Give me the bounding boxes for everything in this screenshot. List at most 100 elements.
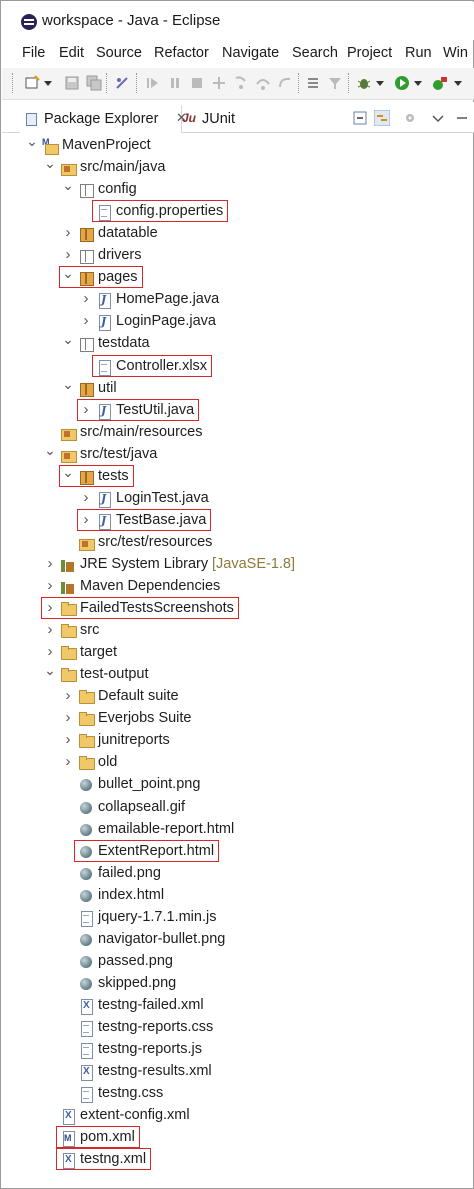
menu-refactor[interactable]: Refactor	[154, 45, 209, 61]
chevron-right-icon[interactable]: ›	[62, 247, 74, 262]
menu-project[interactable]: Project	[347, 45, 392, 61]
external-tools-dropdown-icon[interactable]	[454, 81, 462, 86]
tree-item[interactable]: src/test/resources	[2, 532, 474, 554]
external-tools-icon[interactable]	[432, 75, 448, 91]
chevron-right-icon[interactable]: ›	[44, 644, 56, 659]
tree-item[interactable]: ⌄ config	[2, 178, 474, 201]
tree-item[interactable]: › junitreports	[2, 730, 474, 752]
tree-item[interactable]: bullet_point.png	[2, 774, 474, 796]
tab-package-explorer[interactable]: Package Explorer ✕	[20, 105, 187, 133]
tree-item[interactable]: › LoginTest.java	[2, 488, 474, 510]
tree-item[interactable]: emailable-report.html	[2, 819, 474, 841]
chevron-right-icon[interactable]: ›	[80, 490, 92, 505]
step-into-icon[interactable]	[233, 75, 249, 91]
chevron-right-icon[interactable]: ›	[62, 732, 74, 747]
chevron-right-icon[interactable]: ›	[44, 578, 56, 593]
chevron-down-icon[interactable]: ⌄	[44, 663, 56, 677]
tree-item[interactable]: config.properties	[2, 200, 474, 223]
tree-item[interactable]: Controller.xlsx	[2, 354, 474, 378]
menu-search[interactable]: Search	[292, 45, 338, 61]
run-icon[interactable]	[394, 75, 410, 91]
chevron-down-icon[interactable]: ⌄	[44, 443, 56, 457]
tree-item[interactable]: index.html	[2, 885, 474, 907]
chevron-right-icon[interactable]: ›	[80, 291, 92, 306]
view-menu-gear-icon[interactable]	[402, 110, 418, 126]
chevron-right-icon[interactable]: ›	[62, 710, 74, 725]
chevron-down-icon[interactable]: ⌄	[26, 134, 38, 148]
tree-item[interactable]: testng-reports.js	[2, 1039, 474, 1061]
tree-item[interactable]: extent-config.xml	[2, 1105, 474, 1127]
tree-item[interactable]: testng-reports.css	[2, 1017, 474, 1039]
tree-item[interactable]: navigator-bullet.png	[2, 929, 474, 951]
tree-item[interactable]: ⌄ tests	[2, 464, 474, 488]
chevron-down-icon[interactable]: ⌄	[62, 332, 74, 346]
tree-item[interactable]: › FailedTestsScreenshots	[2, 597, 474, 620]
view-menu-icon[interactable]	[430, 110, 446, 126]
chevron-right-icon[interactable]: ›	[62, 225, 74, 240]
tree-item[interactable]: ⌄ test-output	[2, 663, 474, 686]
use-step-filters-icon[interactable]	[327, 75, 343, 91]
tree-item[interactable]: › src	[2, 620, 474, 642]
link-with-editor-icon[interactable]	[374, 110, 390, 126]
tree-item[interactable]: testng.css	[2, 1083, 474, 1105]
menu-edit[interactable]: Edit	[59, 45, 84, 61]
chevron-right-icon[interactable]: ›	[62, 688, 74, 703]
resume-icon[interactable]	[144, 75, 160, 91]
tree-item[interactable]: ›TestUtil.java	[2, 398, 474, 422]
tree-item[interactable]: ›TestBase.java	[2, 508, 474, 532]
tab-junit[interactable]: Ju JUnit	[182, 105, 252, 133]
tree-item[interactable]: › Maven Dependencies	[2, 576, 474, 598]
tree-item[interactable]: › Everjobs Suite	[2, 708, 474, 730]
chevron-right-icon[interactable]: ›	[80, 313, 92, 328]
tree-item[interactable]: testng.xml	[2, 1148, 474, 1171]
tree-item[interactable]: ⌄ util	[2, 377, 474, 400]
save-all-icon[interactable]	[86, 75, 102, 91]
tree-item[interactable]: src/main/resources	[2, 422, 474, 444]
tree-item[interactable]: failed.png	[2, 863, 474, 885]
tree-item[interactable]: › datatable	[2, 223, 474, 245]
menu-source[interactable]: Source	[96, 45, 142, 61]
tree-item[interactable]: ⌄ testdata	[2, 332, 474, 355]
tree-item[interactable]: testng-results.xml	[2, 1061, 474, 1083]
menu-file[interactable]: File	[22, 45, 45, 61]
tree-item[interactable]: jquery-1.7.1.min.js	[2, 907, 474, 929]
tree-item[interactable]: › target	[2, 642, 474, 664]
minimize-icon[interactable]	[454, 110, 470, 126]
chevron-down-icon[interactable]: ⌄	[44, 156, 56, 170]
chevron-right-icon[interactable]: ›	[44, 556, 56, 571]
tree-item[interactable]: ⌄ MavenProject	[2, 134, 474, 157]
menu-window[interactable]: Win	[443, 45, 468, 61]
tree-item[interactable]: › LoginPage.java	[2, 311, 474, 333]
new-icon[interactable]	[24, 75, 40, 91]
tree-item[interactable]: › HomePage.java	[2, 289, 474, 311]
tree-item[interactable]: › JRE System Library [JavaSE-1.8]	[2, 554, 474, 576]
chevron-right-icon[interactable]: ›	[44, 622, 56, 637]
tree-item[interactable]: pom.xml	[2, 1126, 474, 1149]
tree-item[interactable]: testng-failed.xml	[2, 995, 474, 1017]
step-over-icon[interactable]	[255, 75, 271, 91]
save-icon[interactable]	[64, 75, 80, 91]
chevron-right-icon[interactable]: ›	[62, 754, 74, 769]
step-return-icon[interactable]	[277, 75, 293, 91]
tree-item[interactable]: › old	[2, 752, 474, 774]
tree-item[interactable]: passed.png	[2, 951, 474, 973]
run-dropdown-icon[interactable]	[414, 81, 422, 86]
chevron-down-icon[interactable]: ⌄	[62, 178, 74, 192]
chevron-down-icon[interactable]: ⌄	[62, 377, 74, 391]
terminate-icon[interactable]	[189, 75, 205, 91]
tree-item[interactable]: ⌄ src/main/java	[2, 156, 474, 179]
tree-item[interactable]: ExtentReport.html	[2, 839, 474, 863]
tree-item[interactable]: ⌄ pages	[2, 266, 474, 289]
skip-breakpoints-icon[interactable]	[114, 75, 130, 91]
new-dropdown-icon[interactable]	[44, 81, 52, 86]
menu-navigate[interactable]: Navigate	[222, 45, 279, 61]
suspend-icon[interactable]	[167, 75, 183, 91]
tree-item[interactable]: ⌄ src/test/java	[2, 443, 474, 466]
tree-item[interactable]: › drivers	[2, 245, 474, 267]
debug-dropdown-icon[interactable]	[376, 81, 384, 86]
tree-item[interactable]: › Default suite	[2, 686, 474, 708]
collapse-all-icon[interactable]	[352, 110, 368, 126]
debug-icon[interactable]	[356, 75, 372, 91]
disconnect-icon[interactable]	[211, 75, 227, 91]
tree-item[interactable]: collapseall.gif	[2, 797, 474, 819]
